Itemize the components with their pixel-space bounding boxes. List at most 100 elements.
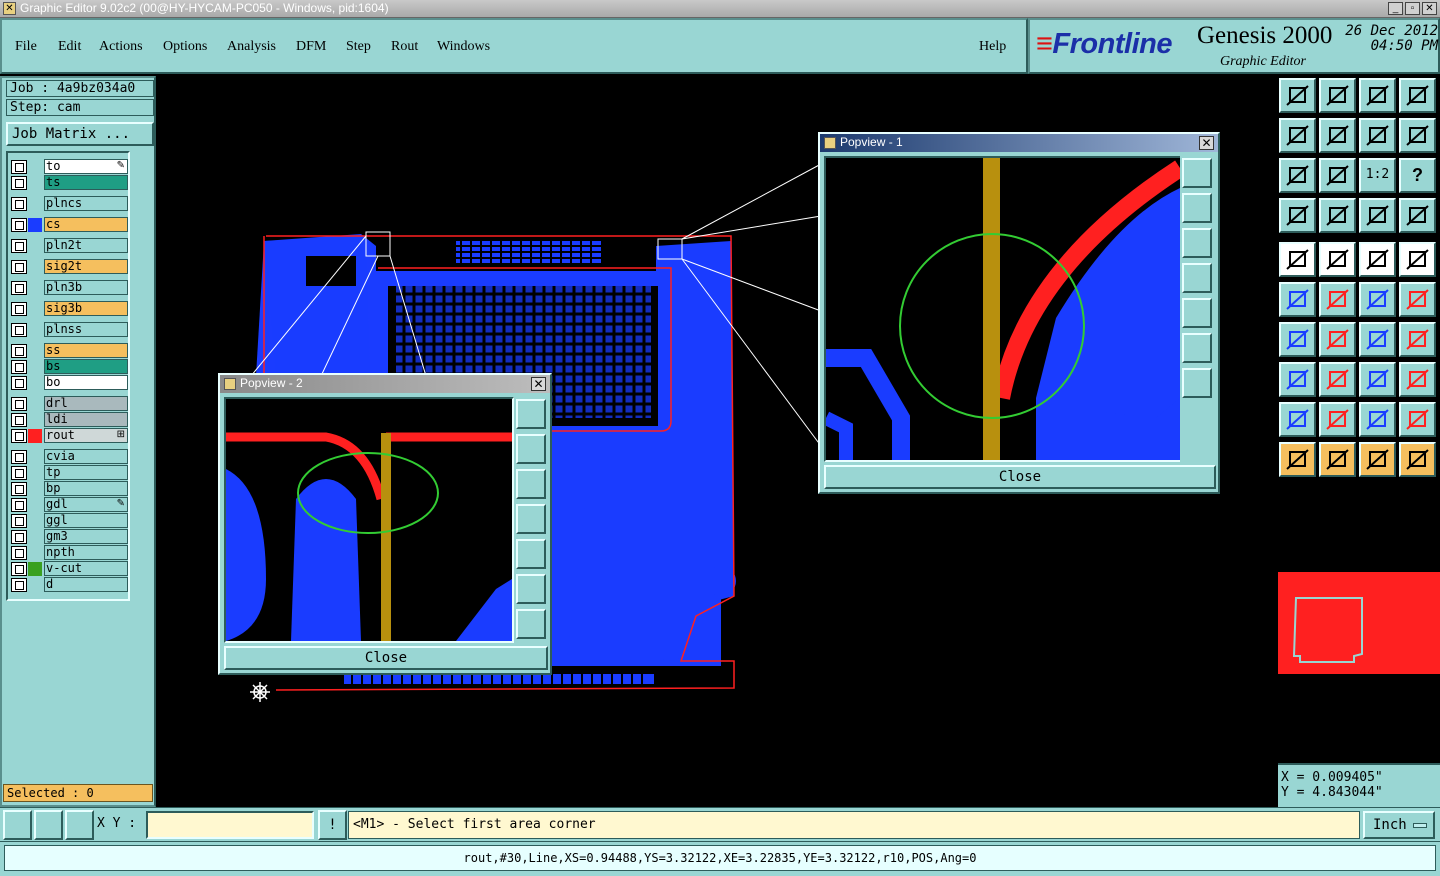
popview-2-close-icon[interactable]: ✕ xyxy=(531,377,546,391)
grid-icon[interactable] xyxy=(1319,198,1356,233)
layer-checkbox[interactable] xyxy=(11,562,27,576)
layer-checkbox[interactable] xyxy=(11,239,27,253)
layer-row-v-cut[interactable]: v-cut xyxy=(11,561,128,576)
layer-name[interactable]: plncs xyxy=(44,196,128,211)
popview-1-close-icon[interactable]: ✕ xyxy=(1199,136,1214,150)
snap-mode-icon[interactable] xyxy=(3,810,32,840)
layer-name[interactable]: v-cut xyxy=(44,561,128,576)
layer-name[interactable]: tp xyxy=(44,465,128,480)
layer-name[interactable]: d xyxy=(44,577,128,592)
layer-row-ss[interactable]: ss xyxy=(11,343,128,358)
select-box-icon[interactable] xyxy=(1319,442,1356,477)
layer-checkbox[interactable] xyxy=(11,197,27,211)
layer-row-npth[interactable]: npth xyxy=(11,545,128,560)
layer-checkbox[interactable] xyxy=(11,397,27,411)
layer-row-pln2t[interactable]: pln2t xyxy=(11,238,128,253)
layer-checkbox[interactable] xyxy=(11,376,27,390)
node-icon[interactable] xyxy=(1279,282,1316,317)
contour-icon[interactable] xyxy=(1399,362,1436,397)
layer-name[interactable]: cvia xyxy=(44,449,128,464)
menu-edit[interactable]: Edit xyxy=(58,39,81,55)
maximize-button[interactable]: ▫ xyxy=(1405,2,1420,15)
popview-1-view[interactable] xyxy=(824,156,1182,462)
layers-color-icon[interactable] xyxy=(1359,198,1396,233)
zoom-home-icon[interactable] xyxy=(1279,78,1316,113)
point-move-icon[interactable] xyxy=(1399,282,1436,317)
layer-name[interactable]: cs xyxy=(44,217,128,232)
point-icon[interactable] xyxy=(1359,282,1396,317)
menu-file[interactable]: File xyxy=(15,39,37,55)
layer-row-bp[interactable]: bp xyxy=(11,481,128,496)
layer-row-gm3[interactable]: gm3 xyxy=(11,529,128,544)
job-matrix-button[interactable]: Job Matrix ... xyxy=(6,122,154,146)
unit-selector[interactable]: Inch xyxy=(1363,811,1435,839)
layer-name[interactable]: sig2t xyxy=(44,259,128,274)
layer-checkbox[interactable] xyxy=(11,498,27,512)
menu-options[interactable]: Options xyxy=(163,39,207,55)
line-edit-icon[interactable] xyxy=(1319,322,1356,357)
popview-1-pan-right-icon[interactable] xyxy=(1182,298,1212,328)
popview-2-center-icon[interactable] xyxy=(516,609,546,639)
layer-name[interactable]: ss xyxy=(44,343,128,358)
cross-icon[interactable] xyxy=(1319,282,1356,317)
layer-checkbox[interactable] xyxy=(11,160,27,174)
grid-mode-icon[interactable] xyxy=(65,810,94,840)
popview-1-pan-up-icon[interactable] xyxy=(1182,193,1212,223)
layer-row-plnss[interactable]: plnss xyxy=(11,322,128,337)
layer-name[interactable]: bo xyxy=(44,375,128,390)
layer-row-ts[interactable]: ts xyxy=(11,175,128,190)
popview-1-pan-down-icon[interactable] xyxy=(1182,228,1212,258)
zoom-previous-icon[interactable] xyxy=(1359,118,1396,153)
mirror-icon[interactable] xyxy=(1399,322,1436,357)
layer-checkbox[interactable] xyxy=(11,530,27,544)
add-surface-icon[interactable] xyxy=(1399,242,1436,277)
layers-select-icon[interactable] xyxy=(1399,198,1436,233)
layer-name[interactable]: plnss xyxy=(44,322,128,337)
layer-checkbox[interactable] xyxy=(11,218,27,232)
layer-name[interactable]: to xyxy=(44,159,128,174)
home-icon[interactable] xyxy=(1359,78,1396,113)
popview-2-close-button[interactable]: Close xyxy=(224,646,548,670)
layer-row-cs[interactable]: cs xyxy=(11,217,128,232)
layer-checkbox[interactable] xyxy=(11,514,27,528)
measure-icon[interactable] xyxy=(1279,198,1316,233)
line-split-icon[interactable] xyxy=(1319,362,1356,397)
popview-2-pan-right-icon[interactable] xyxy=(516,539,546,569)
triangle-icon[interactable] xyxy=(1279,402,1316,437)
layer-name[interactable]: ldi xyxy=(44,412,128,427)
select-icon[interactable] xyxy=(1279,442,1316,477)
redraw-icon[interactable] xyxy=(1399,118,1436,153)
layer-row-sig3b[interactable]: sig3b xyxy=(11,301,128,316)
layer-name[interactable]: bs xyxy=(44,359,128,374)
menu-dfm[interactable]: DFM xyxy=(296,39,326,55)
layer-row-pln3b[interactable]: pln3b xyxy=(11,280,128,295)
layer-row-ggl[interactable]: ggl xyxy=(11,513,128,528)
layer-name[interactable]: gdl xyxy=(44,497,128,512)
layer-checkbox[interactable] xyxy=(11,466,27,480)
popview-2-fit-icon[interactable] xyxy=(516,574,546,604)
layer-checkbox[interactable] xyxy=(11,281,27,295)
layer-name[interactable]: pln3b xyxy=(44,280,128,295)
layer-name[interactable]: npth xyxy=(44,545,128,560)
add-line-icon[interactable] xyxy=(1319,242,1356,277)
layer-name[interactable]: ts xyxy=(44,175,128,190)
fit-all-icon[interactable] xyxy=(1279,158,1316,193)
add-pad-icon[interactable] xyxy=(1279,242,1316,277)
add-text-icon[interactable] xyxy=(1359,242,1396,277)
layer-name[interactable]: rout xyxy=(44,428,128,443)
layer-name[interactable]: ggl xyxy=(44,513,128,528)
layer-checkbox[interactable] xyxy=(11,176,27,190)
warning-button[interactable]: ! xyxy=(318,810,347,840)
layer-name[interactable]: gm3 xyxy=(44,529,128,544)
menu-rout[interactable]: Rout xyxy=(391,39,418,55)
angle-icon[interactable] xyxy=(1279,322,1316,357)
layer-name[interactable]: drl xyxy=(44,396,128,411)
arc-icon[interactable] xyxy=(1359,322,1396,357)
polygon-edit-icon[interactable] xyxy=(1399,402,1436,437)
layer-row-bo[interactable]: bo xyxy=(11,375,128,390)
layer-name[interactable]: pln2t xyxy=(44,238,128,253)
fit-selected-icon[interactable] xyxy=(1319,158,1356,193)
layer-checkbox[interactable] xyxy=(11,323,27,337)
select-path-icon[interactable] xyxy=(1399,442,1436,477)
popview-1-center-icon[interactable] xyxy=(1182,368,1212,398)
